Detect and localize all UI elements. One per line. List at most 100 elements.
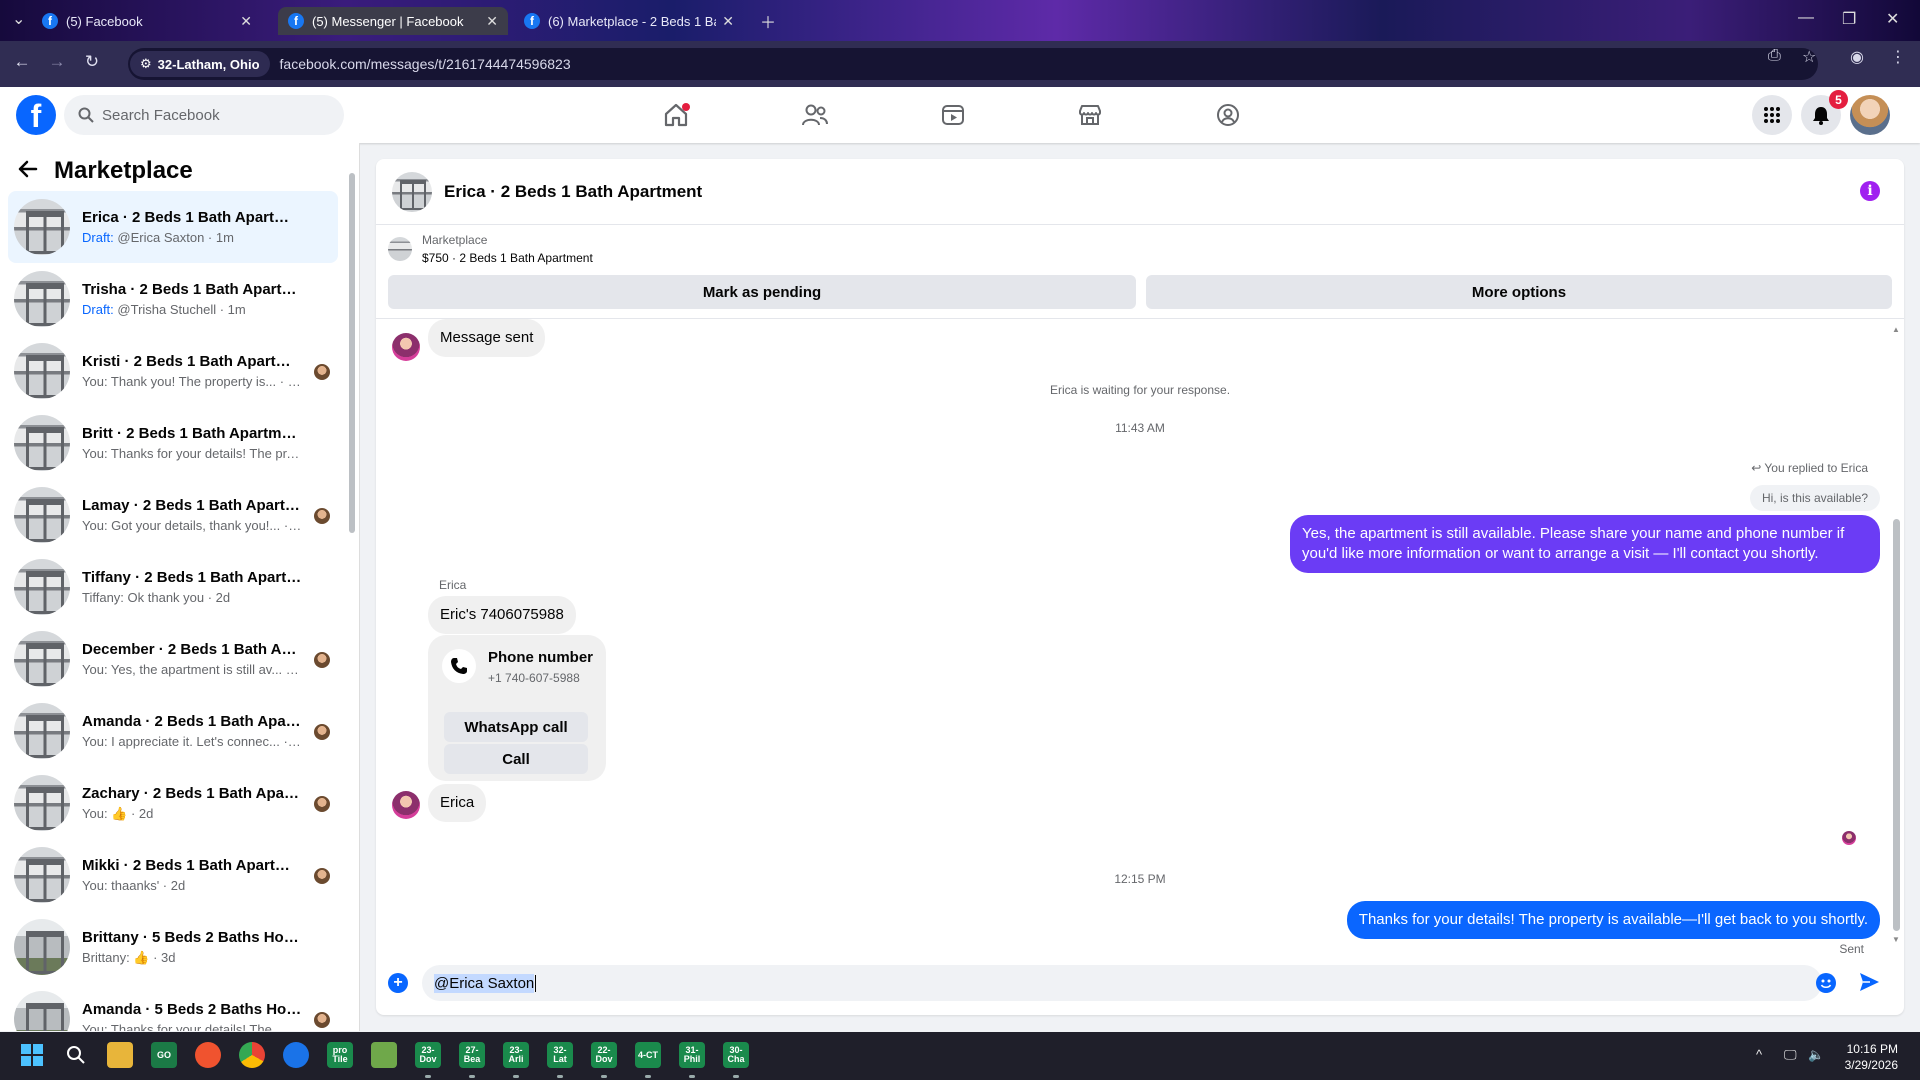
sheet-window-icon[interactable]: 31-Phil (679, 1042, 705, 1068)
message-bubble-incoming[interactable]: Eric's 7406075988 (428, 596, 576, 634)
install-app-icon[interactable]: ⎙ (1768, 47, 1781, 65)
windows-start-icon[interactable] (19, 1042, 45, 1068)
phone-number-card: Phone number +1 740-607-5988 WhatsApp ca… (428, 635, 606, 781)
location-chip-label: 32-Latham, Ohio (157, 56, 260, 72)
conversation-item[interactable]: Amanda · 5 Beds 2 Baths House You: Thanks… (8, 983, 338, 1031)
draft-label: Draft: (82, 230, 114, 245)
conversation-item[interactable]: December · 2 Beds 1 Bath Apa... You: Yes,… (8, 623, 338, 695)
message-bubble-outgoing[interactable]: Thanks for your details! The property is… (1346, 901, 1880, 939)
conversation-item[interactable]: Tiffany · 2 Beds 1 Bath Apartment Tiffany… (8, 551, 338, 623)
chrome-icon[interactable] (239, 1042, 265, 1068)
snippet-text: You: Thank you! The property is... · 23h (82, 374, 302, 389)
snippet-text: You: thaanks' · 2d (82, 878, 186, 893)
sheet-window-icon[interactable]: 4-CT (635, 1042, 661, 1068)
listing-summary[interactable]: Marketplace $750 · 2 Beds 1 Bath Apartme… (388, 231, 593, 267)
minimize-window-icon[interactable]: — (1798, 9, 1814, 27)
facebook-logo[interactable]: f (16, 95, 56, 135)
friends-icon[interactable] (799, 99, 831, 131)
back-arrow-icon[interactable]: ← (10, 52, 34, 72)
browser-tab-marketplace[interactable]: f (6) Marketplace - 2 Beds 1 Bath ✕ (514, 7, 744, 35)
message-bubble-incoming[interactable]: Message sent (428, 319, 546, 357)
text-caret (535, 974, 537, 992)
close-window-icon[interactable]: ✕ (1886, 9, 1899, 29)
chat-scrollbar[interactable]: ▲ ▼ (1890, 325, 1902, 945)
app-icon[interactable]: GO (151, 1042, 177, 1068)
send-icon[interactable] (1858, 971, 1880, 998)
sheet-window-icon[interactable]: 23-Arli (503, 1042, 529, 1068)
whatsapp-call-button[interactable]: WhatsApp call (444, 712, 588, 742)
marketplace-icon[interactable] (1074, 99, 1106, 131)
sender-avatar[interactable] (392, 791, 420, 819)
message-input[interactable]: @Erica Saxton (422, 965, 1822, 1001)
sheet-window-icon[interactable]: 22-Dov (591, 1042, 617, 1068)
new-tab-icon[interactable]: ＋ (760, 9, 776, 33)
sheet-window-icon[interactable]: 23-Dov (415, 1042, 441, 1068)
call-button[interactable]: Call (444, 744, 588, 774)
conversation-item[interactable]: Zachary · 2 Beds 1 Bath Apart... You: 👍 ·… (8, 767, 338, 839)
profile-icon[interactable]: ◉ (1850, 47, 1864, 67)
browser-app-icon[interactable] (283, 1042, 309, 1068)
tray-chevron-icon[interactable]: ^ (1756, 1047, 1762, 1062)
account-avatar[interactable] (1850, 95, 1890, 135)
add-attachment-icon[interactable]: + (388, 973, 408, 993)
more-options-button[interactable]: More options (1146, 275, 1892, 309)
restore-window-icon[interactable]: ❐ (1842, 9, 1856, 29)
emoji-icon[interactable] (1816, 973, 1836, 993)
browser-tab-facebook[interactable]: f (5) Facebook ✕ (32, 7, 262, 35)
seen-avatar (314, 364, 330, 380)
browser-tab-messenger[interactable]: f (5) Messenger | Facebook ✕ (278, 7, 508, 35)
brave-browser-icon[interactable] (195, 1042, 221, 1068)
info-icon[interactable]: i (1860, 181, 1880, 201)
menu-grid-icon[interactable] (1752, 95, 1792, 135)
network-icon[interactable]: 🖵 (1784, 1047, 1797, 1063)
video-icon[interactable] (937, 99, 969, 131)
conversation-item[interactable]: Erica · 2 Beds 1 Bath Apartment Draft: @E… (8, 191, 338, 263)
timestamp: 11:43 AM (1115, 421, 1165, 435)
chat-title[interactable]: Erica · 2 Beds 1 Bath Apartment (444, 182, 702, 202)
conversation-avatar[interactable] (392, 171, 432, 212)
site-info-chip[interactable]: ⚙ 32-Latham, Ohio (130, 51, 270, 77)
tab-title: (5) Facebook (66, 13, 143, 29)
conversation-item[interactable]: Amanda · 2 Beds 1 Bath Apart... You: I ap… (8, 695, 338, 767)
sender-avatar[interactable] (392, 333, 420, 361)
conversation-item[interactable]: Britt · 2 Beds 1 Bath Apartment You: Than… (8, 407, 338, 479)
sheet-window-icon[interactable]: 30-Cha (723, 1042, 749, 1068)
conversation-item[interactable]: Kristi · 2 Beds 1 Bath Apartment You: Tha… (8, 335, 338, 407)
notepad-icon[interactable] (371, 1042, 397, 1068)
tab-close-icon[interactable]: ✕ (486, 13, 498, 30)
conversation-item[interactable]: Brittany · 5 Beds 2 Baths House Brittany:… (8, 911, 338, 983)
conversation-item[interactable]: Lamay · 2 Beds 1 Bath Apartm... You: Got … (8, 479, 338, 551)
message-bubble-incoming[interactable]: Erica (428, 784, 487, 822)
tab-close-icon[interactable]: ✕ (240, 13, 252, 30)
sheet-window-icon[interactable]: 32-Lat (547, 1042, 573, 1068)
browser-menu-icon[interactable]: ⋮ (1890, 47, 1906, 67)
listing-thumbnail (14, 199, 70, 255)
tab-search-chevron-icon[interactable]: ⌄ (12, 9, 25, 29)
address-bar[interactable]: ⚙ 32-Latham, Ohio facebook.com/messages/… (128, 48, 1818, 80)
reload-icon[interactable]: ↻ (80, 52, 104, 72)
message-bubble-outgoing[interactable]: Yes, the apartment is still available. P… (1290, 515, 1880, 573)
tab-close-icon[interactable]: ✕ (722, 13, 734, 30)
home-icon[interactable] (660, 99, 692, 131)
mark-as-pending-button[interactable]: Mark as pending (388, 275, 1136, 309)
sender-name: Erica (439, 578, 467, 592)
quoted-message[interactable]: Hi, is this available? (1749, 485, 1880, 511)
file-explorer-icon[interactable] (107, 1042, 133, 1068)
scroll-down-icon[interactable]: ▼ (1892, 935, 1900, 944)
scroll-up-icon[interactable]: ▲ (1892, 325, 1900, 334)
bookmark-star-icon[interactable]: ☆ (1802, 47, 1816, 67)
gaming-icon[interactable] (1212, 99, 1244, 131)
sheet-window-icon[interactable]: 27-Bea (459, 1042, 485, 1068)
back-arrow-icon[interactable] (18, 157, 38, 185)
seen-avatar (314, 508, 330, 524)
conversation-item[interactable]: Mikki · 2 Beds 1 Bath Apartme... You: tha… (8, 839, 338, 911)
profile-tile-icon[interactable]: pro Tile (327, 1042, 353, 1068)
conversation-item[interactable]: Trisha · 2 Beds 1 Bath Apartment Draft: @… (8, 263, 338, 335)
sidebar-scrollbar[interactable] (348, 163, 356, 1023)
search-input[interactable]: Search Facebook (64, 95, 344, 135)
system-clock[interactable]: 10:16 PM 3/29/2026 (1845, 1041, 1898, 1073)
message-composer: + @Erica Saxton (376, 963, 1904, 1015)
volume-icon[interactable]: 🔈 (1808, 1047, 1824, 1063)
search-icon[interactable] (63, 1042, 89, 1068)
forward-arrow-icon[interactable]: → (45, 52, 69, 72)
